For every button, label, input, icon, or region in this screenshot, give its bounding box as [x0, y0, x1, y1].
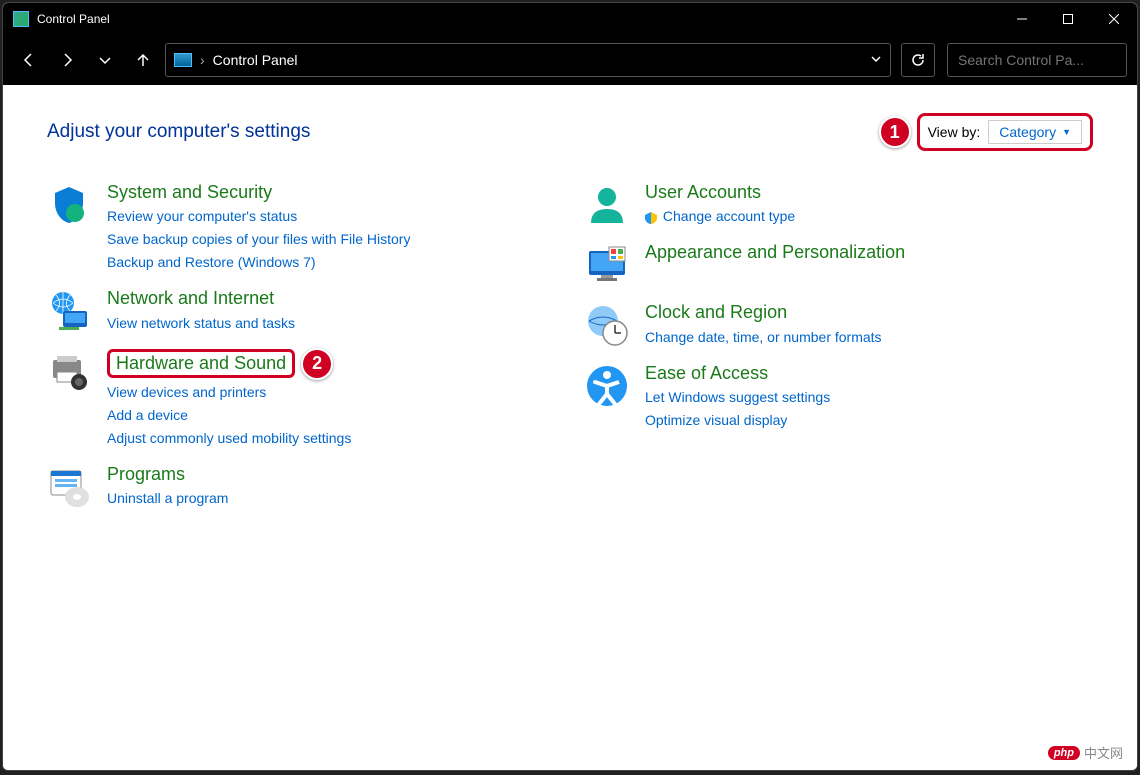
- category-user-accounts: User Accounts Change account type: [585, 181, 1093, 227]
- categories-grid: System and Security Review your computer…: [47, 181, 1093, 509]
- user-icon: [585, 183, 629, 227]
- up-button[interactable]: [127, 44, 159, 76]
- viewby-value: Category: [999, 124, 1056, 140]
- page-heading: Adjust your computer's settings: [47, 121, 310, 143]
- category-hardware-sound: Hardware and Sound 2 View devices and pr…: [47, 348, 555, 449]
- link-date-time-formats[interactable]: Change date, time, or number formats: [645, 327, 882, 348]
- viewby-label: View by:: [928, 124, 981, 140]
- link-backup-restore[interactable]: Backup and Restore (Windows 7): [107, 252, 410, 273]
- back-button[interactable]: [13, 44, 45, 76]
- link-network-status[interactable]: View network status and tasks: [107, 313, 295, 334]
- annotation-badge-1: 1: [879, 116, 911, 148]
- watermark: php 中文网: [1048, 743, 1123, 762]
- content-area: Adjust your computer's settings 1 View b…: [3, 85, 1137, 770]
- window-controls: [999, 3, 1137, 35]
- globe-monitor-icon: [47, 289, 91, 333]
- navigation-bar: › Control Panel: [3, 35, 1137, 85]
- link-optimize-display[interactable]: Optimize visual display: [645, 410, 830, 431]
- control-panel-window: Control Panel › Control Panel Adjust you…: [2, 2, 1138, 771]
- search-input[interactable]: [958, 52, 1138, 68]
- category-network-internet: Network and Internet View network status…: [47, 287, 555, 333]
- category-title-users[interactable]: User Accounts: [645, 181, 795, 204]
- address-path: Control Panel: [213, 52, 862, 68]
- link-file-history[interactable]: Save backup copies of your files with Fi…: [107, 229, 410, 250]
- link-add-device[interactable]: Add a device: [107, 405, 351, 426]
- address-dropdown-button[interactable]: [870, 52, 882, 68]
- shield-icon: [47, 183, 91, 227]
- programs-icon: [47, 465, 91, 509]
- category-title-ease[interactable]: Ease of Access: [645, 362, 830, 385]
- watermark-badge: php: [1048, 746, 1080, 760]
- category-clock-region: Clock and Region Change date, time, or n…: [585, 301, 1093, 347]
- highlight-hardware: Hardware and Sound: [107, 349, 295, 378]
- monitor-icon: [585, 243, 629, 287]
- viewby-dropdown[interactable]: Category ▼: [988, 120, 1082, 144]
- right-column: User Accounts Change account type Appear…: [585, 181, 1093, 509]
- category-title-clock[interactable]: Clock and Region: [645, 301, 882, 324]
- left-column: System and Security Review your computer…: [47, 181, 555, 509]
- link-suggest-settings[interactable]: Let Windows suggest settings: [645, 387, 830, 408]
- maximize-button[interactable]: [1045, 3, 1091, 35]
- chevron-down-icon: ▼: [1062, 127, 1071, 137]
- category-title-system[interactable]: System and Security: [107, 181, 410, 204]
- refresh-button[interactable]: [901, 43, 935, 77]
- printer-camera-icon: [47, 350, 91, 394]
- header-row: Adjust your computer's settings 1 View b…: [47, 113, 1093, 151]
- uac-shield-icon: [645, 212, 657, 224]
- category-title-programs[interactable]: Programs: [107, 463, 228, 486]
- window-title: Control Panel: [37, 12, 999, 26]
- address-bar[interactable]: › Control Panel: [165, 43, 891, 77]
- category-appearance: Appearance and Personalization: [585, 241, 1093, 287]
- link-uninstall[interactable]: Uninstall a program: [107, 488, 228, 509]
- category-ease-access: Ease of Access Let Windows suggest setti…: [585, 362, 1093, 431]
- minimize-button[interactable]: [999, 3, 1045, 35]
- clock-globe-icon: [585, 303, 629, 347]
- link-mobility-settings[interactable]: Adjust commonly used mobility settings: [107, 428, 351, 449]
- close-button[interactable]: [1091, 3, 1137, 35]
- category-title-appearance[interactable]: Appearance and Personalization: [645, 241, 905, 264]
- recent-dropdown-button[interactable]: [89, 44, 121, 76]
- category-title-hardware[interactable]: Hardware and Sound: [116, 353, 286, 373]
- watermark-text: 中文网: [1084, 743, 1123, 762]
- location-icon: [174, 53, 192, 67]
- link-devices-printers[interactable]: View devices and printers: [107, 382, 351, 403]
- chevron-right-icon: ›: [200, 52, 205, 68]
- link-review-status[interactable]: Review your computer's status: [107, 206, 410, 227]
- accessibility-icon: [585, 364, 629, 408]
- titlebar: Control Panel: [3, 3, 1137, 35]
- annotation-badge-2: 2: [301, 348, 333, 380]
- viewby-container: View by: Category ▼: [917, 113, 1093, 151]
- forward-button[interactable]: [51, 44, 83, 76]
- app-icon: [13, 11, 29, 27]
- category-programs: Programs Uninstall a program: [47, 463, 555, 509]
- link-change-account[interactable]: Change account type: [645, 206, 795, 227]
- category-title-network[interactable]: Network and Internet: [107, 287, 295, 310]
- search-box[interactable]: [947, 43, 1127, 77]
- category-system-security: System and Security Review your computer…: [47, 181, 555, 273]
